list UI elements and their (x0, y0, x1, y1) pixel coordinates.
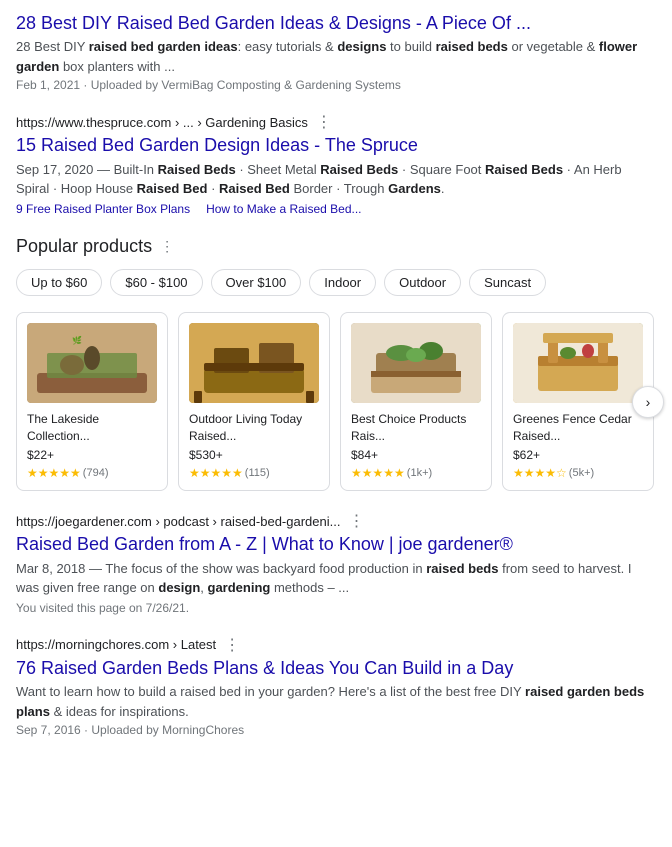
products-carousel: 🌿 The Lakeside Collection... $22+ ★★★★★ … (16, 312, 656, 492)
result-sublink-1[interactable]: 9 Free Raised Planter Box Plans (16, 202, 190, 216)
result-snippet-3: Mar 8, 2018 — The focus of the show was … (16, 559, 656, 598)
filter-pill-0[interactable]: Up to $60 (16, 269, 102, 296)
product-image-1 (189, 323, 319, 403)
product-img-svg-2 (351, 323, 481, 403)
result-date-4: Sep 7, 2016 · Uploaded by MorningChores (16, 723, 656, 737)
result-date-1: Feb 1, 2021 · Uploaded by VermiBag Compo… (16, 78, 656, 92)
product-image-2 (351, 323, 481, 403)
stars-visual-2: ★★★★★ (351, 466, 405, 480)
result-url-3: https://joegardener.com › podcast › rais… (16, 511, 656, 531)
filter-pill-4[interactable]: Outdoor (384, 269, 461, 296)
product-price-1: $530+ (189, 448, 319, 462)
filter-pill-5[interactable]: Suncast (469, 269, 546, 296)
result-url-4: https://morningchores.com › Latest ⋮ (16, 635, 656, 655)
result-link-3[interactable]: Raised Bed Garden from A - Z | What to K… (16, 534, 513, 554)
product-img-svg-0: 🌿 (27, 323, 157, 403)
product-stars-1: ★★★★★ (115) (189, 466, 319, 480)
product-price-2: $84+ (351, 448, 481, 462)
popular-products-heading: Popular products (16, 236, 152, 257)
result-link-1[interactable]: 28 Best DIY Raised Bed Garden Ideas & De… (16, 13, 531, 33)
product-price-0: $22+ (27, 448, 157, 462)
result-title-4[interactable]: 76 Raised Garden Beds Plans & Ideas You … (16, 657, 656, 680)
product-stars-2: ★★★★★ (1k+) (351, 466, 481, 480)
result-snippet-4: Want to learn how to build a raised bed … (16, 682, 656, 721)
product-name-3: Greenes Fence Cedar Raised... (513, 411, 643, 445)
result-title-1[interactable]: 28 Best DIY Raised Bed Garden Ideas & De… (16, 12, 656, 35)
product-img-svg-3 (513, 323, 643, 403)
result-links-2: 9 Free Raised Planter Box Plans How to M… (16, 202, 656, 216)
result-url-2: https://www.thespruce.com › ... › Garden… (16, 112, 656, 132)
result-link-2[interactable]: 15 Raised Bed Garden Design Ideas - The … (16, 135, 418, 155)
result-link-4[interactable]: 76 Raised Garden Beds Plans & Ideas You … (16, 658, 513, 678)
popular-products-section: Popular products ⋮ Up to $60 $60 - $100 … (16, 236, 656, 492)
filter-pill-1[interactable]: $60 - $100 (110, 269, 202, 296)
stars-count-3: (5k+) (569, 467, 594, 479)
product-image-0: 🌿 (27, 323, 157, 403)
result-sublink-2[interactable]: How to Make a Raised Bed... (206, 202, 361, 216)
filter-pills: Up to $60 $60 - $100 Over $100 Indoor Ou… (16, 269, 656, 296)
product-stars-0: ★★★★★ (794) (27, 466, 157, 480)
product-card-0[interactable]: 🌿 The Lakeside Collection... $22+ ★★★★★ … (16, 312, 168, 492)
stars-count-1: (115) (245, 467, 270, 479)
stars-count-0: (794) (83, 467, 109, 479)
filter-pill-3[interactable]: Indoor (309, 269, 376, 296)
stars-visual-0: ★★★★★ (27, 466, 81, 480)
svg-text:🌿: 🌿 (72, 335, 82, 345)
search-result-3: https://joegardener.com › podcast › rais… (16, 511, 656, 614)
result-url-text-4: https://morningchores.com › Latest (16, 637, 216, 652)
result-options-icon-2[interactable]: ⋮ (316, 112, 332, 132)
filter-pill-2[interactable]: Over $100 (211, 269, 302, 296)
products-carousel-wrapper: 🌿 The Lakeside Collection... $22+ ★★★★★ … (16, 312, 656, 492)
product-card-2[interactable]: Best Choice Products Rais... $84+ ★★★★★ … (340, 312, 492, 492)
result-options-icon-3[interactable]: ⋮ (348, 511, 364, 531)
product-name-1: Outdoor Living Today Raised... (189, 411, 319, 445)
product-name-0: The Lakeside Collection... (27, 411, 157, 445)
result-snippet-1: 28 Best DIY raised bed garden ideas: eas… (16, 37, 656, 76)
result-url-text-2: https://www.thespruce.com › ... › Garden… (16, 115, 308, 130)
search-result-2: https://www.thespruce.com › ... › Garden… (16, 112, 656, 215)
result-visited-3: You visited this page on 7/26/21. (16, 601, 656, 615)
result-title-2[interactable]: 15 Raised Bed Garden Design Ideas - The … (16, 134, 656, 157)
popular-products-header: Popular products ⋮ (16, 236, 656, 257)
stars-visual-3: ★★★★☆ (513, 466, 567, 480)
search-result-1: 28 Best DIY Raised Bed Garden Ideas & De… (16, 12, 656, 92)
result-snippet-2: Sep 17, 2020 — Built-In Raised Beds · Sh… (16, 160, 656, 199)
stars-count-2: (1k+) (407, 467, 432, 479)
search-result-4: https://morningchores.com › Latest ⋮ 76 … (16, 635, 656, 737)
carousel-next-button[interactable]: › (632, 386, 664, 418)
popular-products-options-icon[interactable]: ⋮ (160, 238, 174, 255)
result-options-icon-4[interactable]: ⋮ (224, 635, 240, 655)
product-image-3 (513, 323, 643, 403)
product-stars-3: ★★★★☆ (5k+) (513, 466, 643, 480)
product-card-1[interactable]: Outdoor Living Today Raised... $530+ ★★★… (178, 312, 330, 492)
product-name-2: Best Choice Products Rais... (351, 411, 481, 445)
result-title-3[interactable]: Raised Bed Garden from A - Z | What to K… (16, 533, 656, 556)
product-price-3: $62+ (513, 448, 643, 462)
result-url-text-3: https://joegardener.com › podcast › rais… (16, 514, 340, 529)
stars-visual-1: ★★★★★ (189, 466, 243, 480)
product-img-svg-1 (189, 323, 319, 403)
